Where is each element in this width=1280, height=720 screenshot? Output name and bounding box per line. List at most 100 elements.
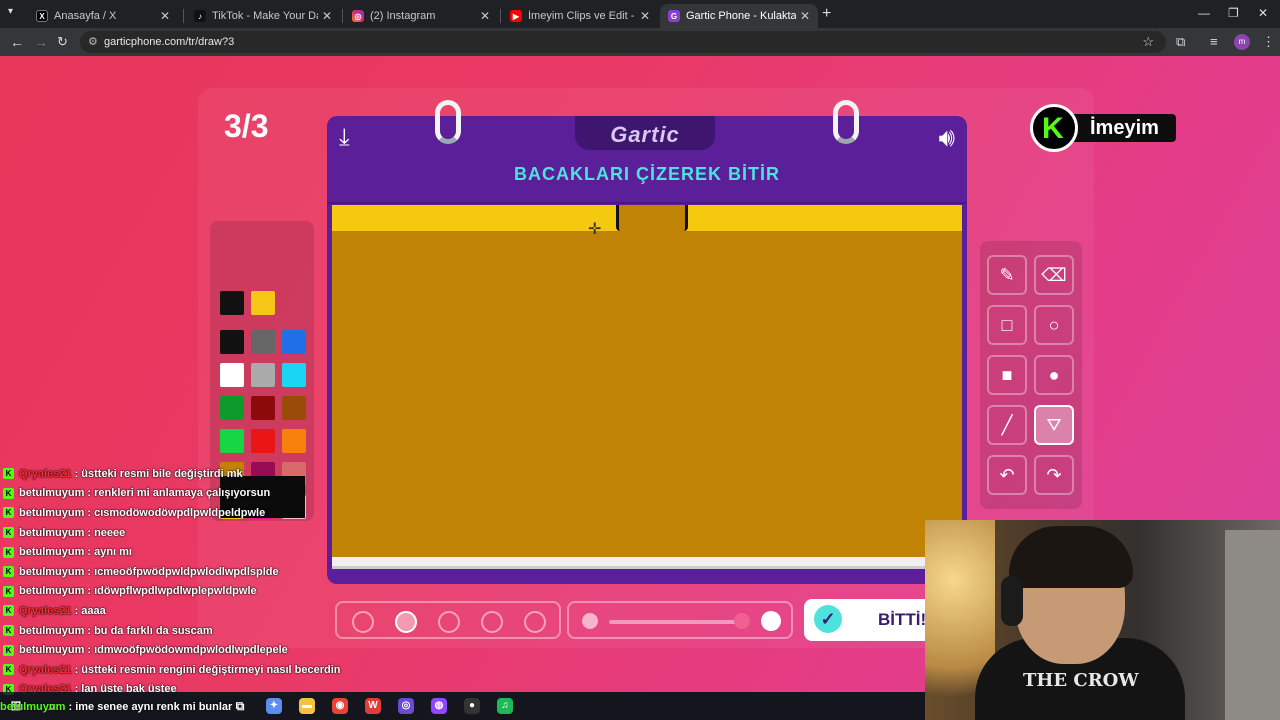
close-icon[interactable]: ✕ bbox=[480, 9, 490, 23]
opacity-track[interactable] bbox=[609, 620, 739, 624]
tab-search-icon[interactable]: ▾ bbox=[8, 6, 13, 17]
extensions-icon[interactable]: ⧉ bbox=[1176, 34, 1185, 50]
redo-tool[interactable]: ↷ bbox=[1034, 455, 1074, 495]
restore-icon[interactable]: ❐ bbox=[1228, 6, 1239, 20]
drawing-canvas[interactable]: ✛ bbox=[332, 205, 962, 557]
chat-text: ıdöwpflwpdlwpdlwplepwldpwle bbox=[94, 585, 257, 598]
circle-fill-tool[interactable]: ● bbox=[1034, 355, 1074, 395]
close-icon[interactable]: ✕ bbox=[640, 9, 650, 23]
color-swatch[interactable] bbox=[251, 363, 275, 387]
color-swatch[interactable] bbox=[220, 330, 244, 354]
tab-title: (2) Instagram bbox=[370, 10, 436, 22]
rectangle-outline-tool[interactable]: □ bbox=[987, 305, 1027, 345]
fill-bucket-tool[interactable]: ⛛ bbox=[1034, 405, 1074, 445]
tab-x[interactable]: X Anasayfa / X ✕ bbox=[28, 4, 178, 28]
line-tool[interactable]: ╱ bbox=[987, 405, 1027, 445]
new-tab-button[interactable]: + bbox=[822, 5, 831, 23]
ring-icon bbox=[435, 100, 461, 144]
download-icon[interactable]: ⤓ bbox=[339, 124, 350, 152]
kick-badge-icon: K bbox=[3, 507, 14, 519]
tab-instagram[interactable]: ◎ (2) Instagram ✕ bbox=[344, 4, 498, 28]
chat-username: Qryales21 bbox=[19, 663, 72, 676]
menu-icon[interactable]: ⋮ bbox=[1262, 34, 1275, 50]
chat-text: ıcmeoöfpwödpwldpwlodlwpdlsplde bbox=[94, 565, 279, 578]
copilot-icon[interactable]: ✦ bbox=[266, 698, 282, 714]
wps-icon[interactable]: W bbox=[365, 698, 381, 714]
stream-chat: K Qryales21: üstteki resmi bile değiştirdi… bbox=[0, 464, 340, 699]
close-icon[interactable]: ✕ bbox=[160, 9, 170, 23]
back-icon[interactable]: ← bbox=[10, 34, 24, 50]
brush-size-option[interactable] bbox=[438, 611, 460, 633]
round-counter: 3/3 bbox=[224, 108, 269, 144]
eraser-tool[interactable]: ⌫ bbox=[1034, 255, 1074, 295]
opacity-handle[interactable] bbox=[734, 613, 750, 629]
rectangle-fill-tool[interactable]: ■ bbox=[987, 355, 1027, 395]
chat-username: betulmuyum bbox=[19, 565, 85, 578]
pencil-tool[interactable]: ✎ bbox=[987, 255, 1027, 295]
color-swatch[interactable] bbox=[282, 429, 306, 453]
color-swatch[interactable] bbox=[251, 429, 275, 453]
tab-title: Anasayfa / X bbox=[54, 10, 117, 22]
chat-text: neeee bbox=[94, 526, 126, 539]
gartic-icon: G bbox=[668, 10, 680, 22]
chat-text: aaaa bbox=[81, 604, 106, 617]
recorder-icon[interactable]: ● bbox=[464, 698, 480, 714]
obs-icon[interactable]: ◎ bbox=[398, 698, 414, 714]
chat-username: betulmuyum bbox=[19, 487, 85, 500]
chat-text: cısmodöwodöwpdlpwldpeldpwle bbox=[94, 506, 266, 519]
bookmark-star-icon[interactable]: ☆ bbox=[1142, 34, 1154, 50]
browser-toolbar: ← → ↻ ⚙ garticphone.com/tr/draw?3 ☆ ⧉ ≡ … bbox=[0, 28, 1280, 56]
kick-badge-icon: K bbox=[3, 605, 14, 617]
secondary-color-swatch[interactable] bbox=[251, 291, 275, 315]
address-bar[interactable]: ⚙ garticphone.com/tr/draw?3 ☆ bbox=[80, 31, 1166, 53]
tab-tiktok[interactable]: ♪ TikTok - Make Your Day ✕ bbox=[186, 4, 340, 28]
site-info-icon[interactable]: ⚙ bbox=[88, 35, 98, 48]
done-button-label: BİTTİ! bbox=[878, 610, 927, 629]
circle-outline-tool[interactable]: ○ bbox=[1034, 305, 1074, 345]
brush-size-option[interactable] bbox=[524, 611, 546, 633]
brush-size-option[interactable] bbox=[352, 611, 374, 633]
color-swatch[interactable] bbox=[251, 396, 275, 420]
line-icon: ╱ bbox=[1001, 414, 1013, 435]
chat-text: üstteki resmi bile değiştirdi mk bbox=[81, 467, 243, 480]
chat-text: aynı mı bbox=[94, 546, 132, 559]
tab-youtube[interactable]: ▶ İmeyim Clips ve Edit - YouTube ✕ bbox=[502, 4, 658, 28]
close-icon[interactable]: ✕ bbox=[800, 9, 810, 23]
chrome-icon[interactable]: ◉ bbox=[332, 698, 348, 714]
color-swatch[interactable] bbox=[220, 396, 244, 420]
tiktok-icon: ♪ bbox=[194, 10, 206, 22]
kick-badge-icon: K bbox=[3, 527, 14, 539]
reload-icon[interactable]: ↻ bbox=[57, 34, 68, 50]
redo-icon: ↷ bbox=[1046, 464, 1062, 485]
chat-message: K Qryales21: aaaa bbox=[0, 601, 340, 621]
minimize-icon[interactable]: — bbox=[1198, 6, 1210, 20]
previous-drawing-shape bbox=[616, 205, 688, 231]
chat-username: betulmuyum bbox=[19, 624, 85, 637]
window-close-icon[interactable]: ✕ bbox=[1258, 6, 1268, 20]
brush-size-option[interactable] bbox=[481, 611, 503, 633]
sound-icon[interactable]: 🔊︎ bbox=[939, 122, 955, 154]
profile-avatar[interactable]: m bbox=[1234, 34, 1250, 50]
task-view-icon[interactable]: ⧉ bbox=[232, 698, 248, 714]
twitch-icon[interactable]: ◍ bbox=[431, 698, 447, 714]
url-text: garticphone.com/tr/draw?3 bbox=[104, 36, 235, 48]
fill-bucket-icon: ⛛ bbox=[1046, 414, 1062, 435]
brush-size-option[interactable] bbox=[395, 611, 417, 633]
opacity-slider[interactable] bbox=[567, 601, 793, 639]
forward-icon[interactable]: → bbox=[34, 34, 48, 50]
color-swatch[interactable] bbox=[220, 429, 244, 453]
tab-gartic[interactable]: G Gartic Phone - Kulaktan Kulağa ✕ bbox=[660, 4, 818, 28]
close-icon[interactable]: ✕ bbox=[322, 9, 332, 23]
color-swatch[interactable] bbox=[282, 330, 306, 354]
color-swatch[interactable] bbox=[220, 363, 244, 387]
primary-color-swatch[interactable] bbox=[220, 291, 244, 315]
spotify-icon[interactable]: ♫ bbox=[497, 698, 513, 714]
color-swatch[interactable] bbox=[282, 363, 306, 387]
opacity-min-icon bbox=[582, 613, 598, 629]
media-control-icon[interactable]: ≡ bbox=[1210, 34, 1218, 49]
color-swatch[interactable] bbox=[282, 396, 306, 420]
color-swatch[interactable] bbox=[251, 330, 275, 354]
file-explorer-icon[interactable]: ▬ bbox=[299, 698, 315, 714]
undo-tool[interactable]: ↶ bbox=[987, 455, 1027, 495]
chat-text: ime senee aynı renk mi bunlar bbox=[75, 701, 233, 713]
